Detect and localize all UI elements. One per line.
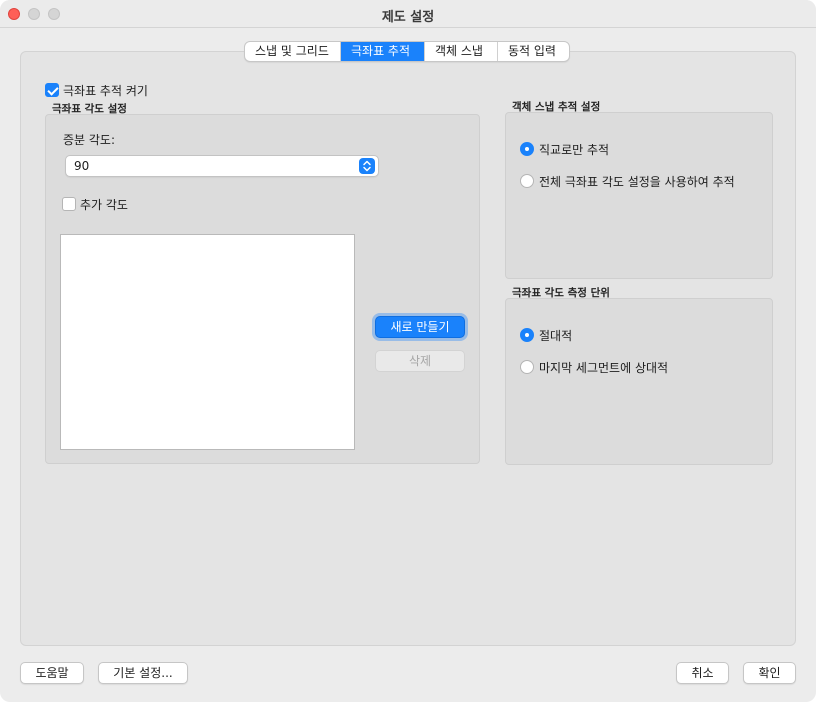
window-title: 제도 설정 — [381, 10, 435, 25]
tab-dynamic-input[interactable]: 동적 입력 — [498, 42, 569, 61]
object-snap-tracking-group — [505, 112, 773, 279]
ok-button[interactable]: 확인 — [743, 662, 796, 684]
tab-snap-and-grid[interactable]: 스냅 및 그리드 — [245, 42, 341, 61]
orthogonal-tracking-label[interactable]: 직교로만 추적 — [539, 141, 609, 158]
polar-measurement-group — [505, 298, 773, 465]
new-angle-button[interactable]: 새로 만들기 — [375, 316, 465, 338]
help-button[interactable]: 도움말 — [20, 662, 84, 684]
drafting-settings-window: 제도 설정 스냅 및 그리드 극좌표 추적 객체 스냅 동적 입력 극좌표 추적… — [0, 0, 816, 702]
additional-angles-label[interactable]: 추가 각도 — [80, 196, 128, 213]
additional-angles-checkbox[interactable] — [62, 197, 76, 211]
all-polar-tracking-label[interactable]: 전체 극좌표 각도 설정을 사용하여 추적 — [539, 173, 735, 190]
enable-polar-tracking-label[interactable]: 극좌표 추적 켜기 — [63, 82, 148, 99]
additional-angles-list[interactable] — [60, 234, 355, 450]
all-polar-tracking-radio[interactable] — [520, 174, 534, 188]
tab-object-snap[interactable]: 객체 스냅 — [425, 42, 498, 61]
absolute-radio[interactable] — [520, 328, 534, 342]
increment-angle-label: 증분 각도: — [63, 133, 116, 147]
orthogonal-tracking-radio[interactable] — [520, 142, 534, 156]
enable-polar-tracking-checkbox[interactable] — [45, 83, 59, 97]
defaults-button[interactable]: 기본 설정... — [98, 662, 188, 684]
relative-to-last-segment-radio[interactable] — [520, 360, 534, 374]
increment-angle-value: 90 — [74, 159, 90, 173]
tab-bar: 스냅 및 그리드 극좌표 추적 객체 스냅 동적 입력 — [244, 41, 570, 62]
chevron-up-down-icon — [359, 158, 375, 174]
tab-polar-tracking[interactable]: 극좌표 추적 — [341, 42, 425, 61]
delete-angle-button[interactable]: 삭제 — [375, 350, 465, 372]
relative-to-last-segment-label[interactable]: 마지막 세그먼트에 상대적 — [539, 359, 668, 376]
cancel-button[interactable]: 취소 — [676, 662, 729, 684]
increment-angle-select[interactable]: 90 — [65, 155, 379, 177]
absolute-label[interactable]: 절대적 — [539, 327, 572, 344]
title-bar: 제도 설정 — [0, 0, 816, 28]
